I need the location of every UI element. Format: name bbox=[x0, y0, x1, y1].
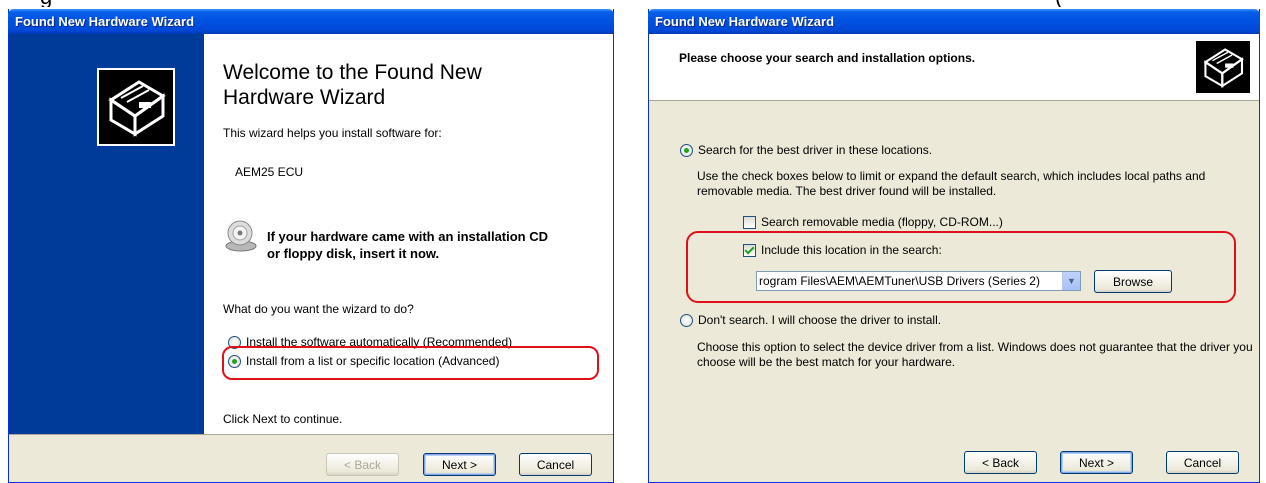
radio-button-unselected[interactable] bbox=[680, 313, 693, 327]
wizard-button-bar: < Back Next > Cancel bbox=[9, 434, 613, 482]
hardware-icon bbox=[97, 68, 175, 146]
option-label: Search for the best driver in these loca… bbox=[698, 143, 933, 157]
cancel-button[interactable]: Cancel bbox=[519, 453, 592, 476]
continue-hint: Click Next to continue. bbox=[223, 412, 343, 426]
dont-search-option[interactable]: Don't search. I will choose the driver t… bbox=[680, 313, 941, 327]
back-button[interactable]: < Back bbox=[964, 451, 1037, 474]
search-best-driver-option[interactable]: Search for the best driver in these loca… bbox=[680, 143, 932, 157]
checkbox-unchecked[interactable] bbox=[743, 215, 756, 229]
caption-right: ( bbox=[1055, 0, 1062, 7]
welcome-title-line2: Hardware Wizard bbox=[223, 86, 386, 109]
search-removable-media-checkbox[interactable]: Search removable media (floppy, CD-ROM..… bbox=[743, 215, 1003, 229]
wizard-welcome-panel: Welcome to the Found New Hardware Wizard… bbox=[204, 34, 613, 434]
cd-disk-icon bbox=[223, 219, 259, 253]
wizard-header: Please choose your search and installati… bbox=[649, 34, 1259, 101]
red-highlight-annotation bbox=[222, 346, 599, 380]
checkbox-label: Search removable media (floppy, CD-ROM..… bbox=[761, 215, 1003, 229]
cd-insert-message: If your hardware came with an installati… bbox=[267, 228, 607, 262]
dont-search-description: Choose this option to select the device … bbox=[697, 340, 1253, 369]
wizard-description: This wizard helps you install software f… bbox=[223, 126, 442, 140]
search-options-wizard-window: Found New Hardware Wizard Please choose … bbox=[648, 9, 1260, 483]
back-button[interactable]: < Back bbox=[326, 453, 399, 476]
search-description: Use the check boxes below to limit or ex… bbox=[697, 169, 1206, 198]
wizard-side-banner bbox=[9, 34, 204, 434]
cancel-button[interactable]: Cancel bbox=[1166, 451, 1239, 474]
radio-button-selected[interactable] bbox=[680, 143, 693, 157]
window-titlebar[interactable]: Found New Hardware Wizard bbox=[648, 9, 1260, 34]
wizard-heading: Please choose your search and installati… bbox=[679, 51, 976, 65]
cd-message-line1: If your hardware came with an installati… bbox=[267, 229, 549, 244]
caption-left: g bbox=[40, 0, 52, 7]
wizard-question: What do you want the wizard to do? bbox=[223, 302, 414, 316]
welcome-wizard-window: Found New Hardware Wizard Welcome to the… bbox=[8, 9, 614, 483]
next-button[interactable]: Next > bbox=[1060, 451, 1133, 474]
welcome-title-line1: Welcome to the Found New bbox=[223, 61, 482, 84]
next-button[interactable]: Next > bbox=[423, 453, 496, 476]
welcome-title: Welcome to the Found New Hardware Wizard bbox=[223, 60, 482, 110]
device-name: AEM25 ECU bbox=[235, 165, 304, 179]
option-label: Don't search. I will choose the driver t… bbox=[698, 313, 942, 327]
cd-message-line2: or floppy disk, insert it now. bbox=[267, 246, 440, 261]
hardware-icon bbox=[1195, 40, 1251, 94]
window-titlebar[interactable]: Found New Hardware Wizard bbox=[8, 9, 614, 34]
red-highlight-annotation bbox=[686, 231, 1236, 303]
page-caption-fragment: g ( bbox=[0, 0, 1266, 7]
